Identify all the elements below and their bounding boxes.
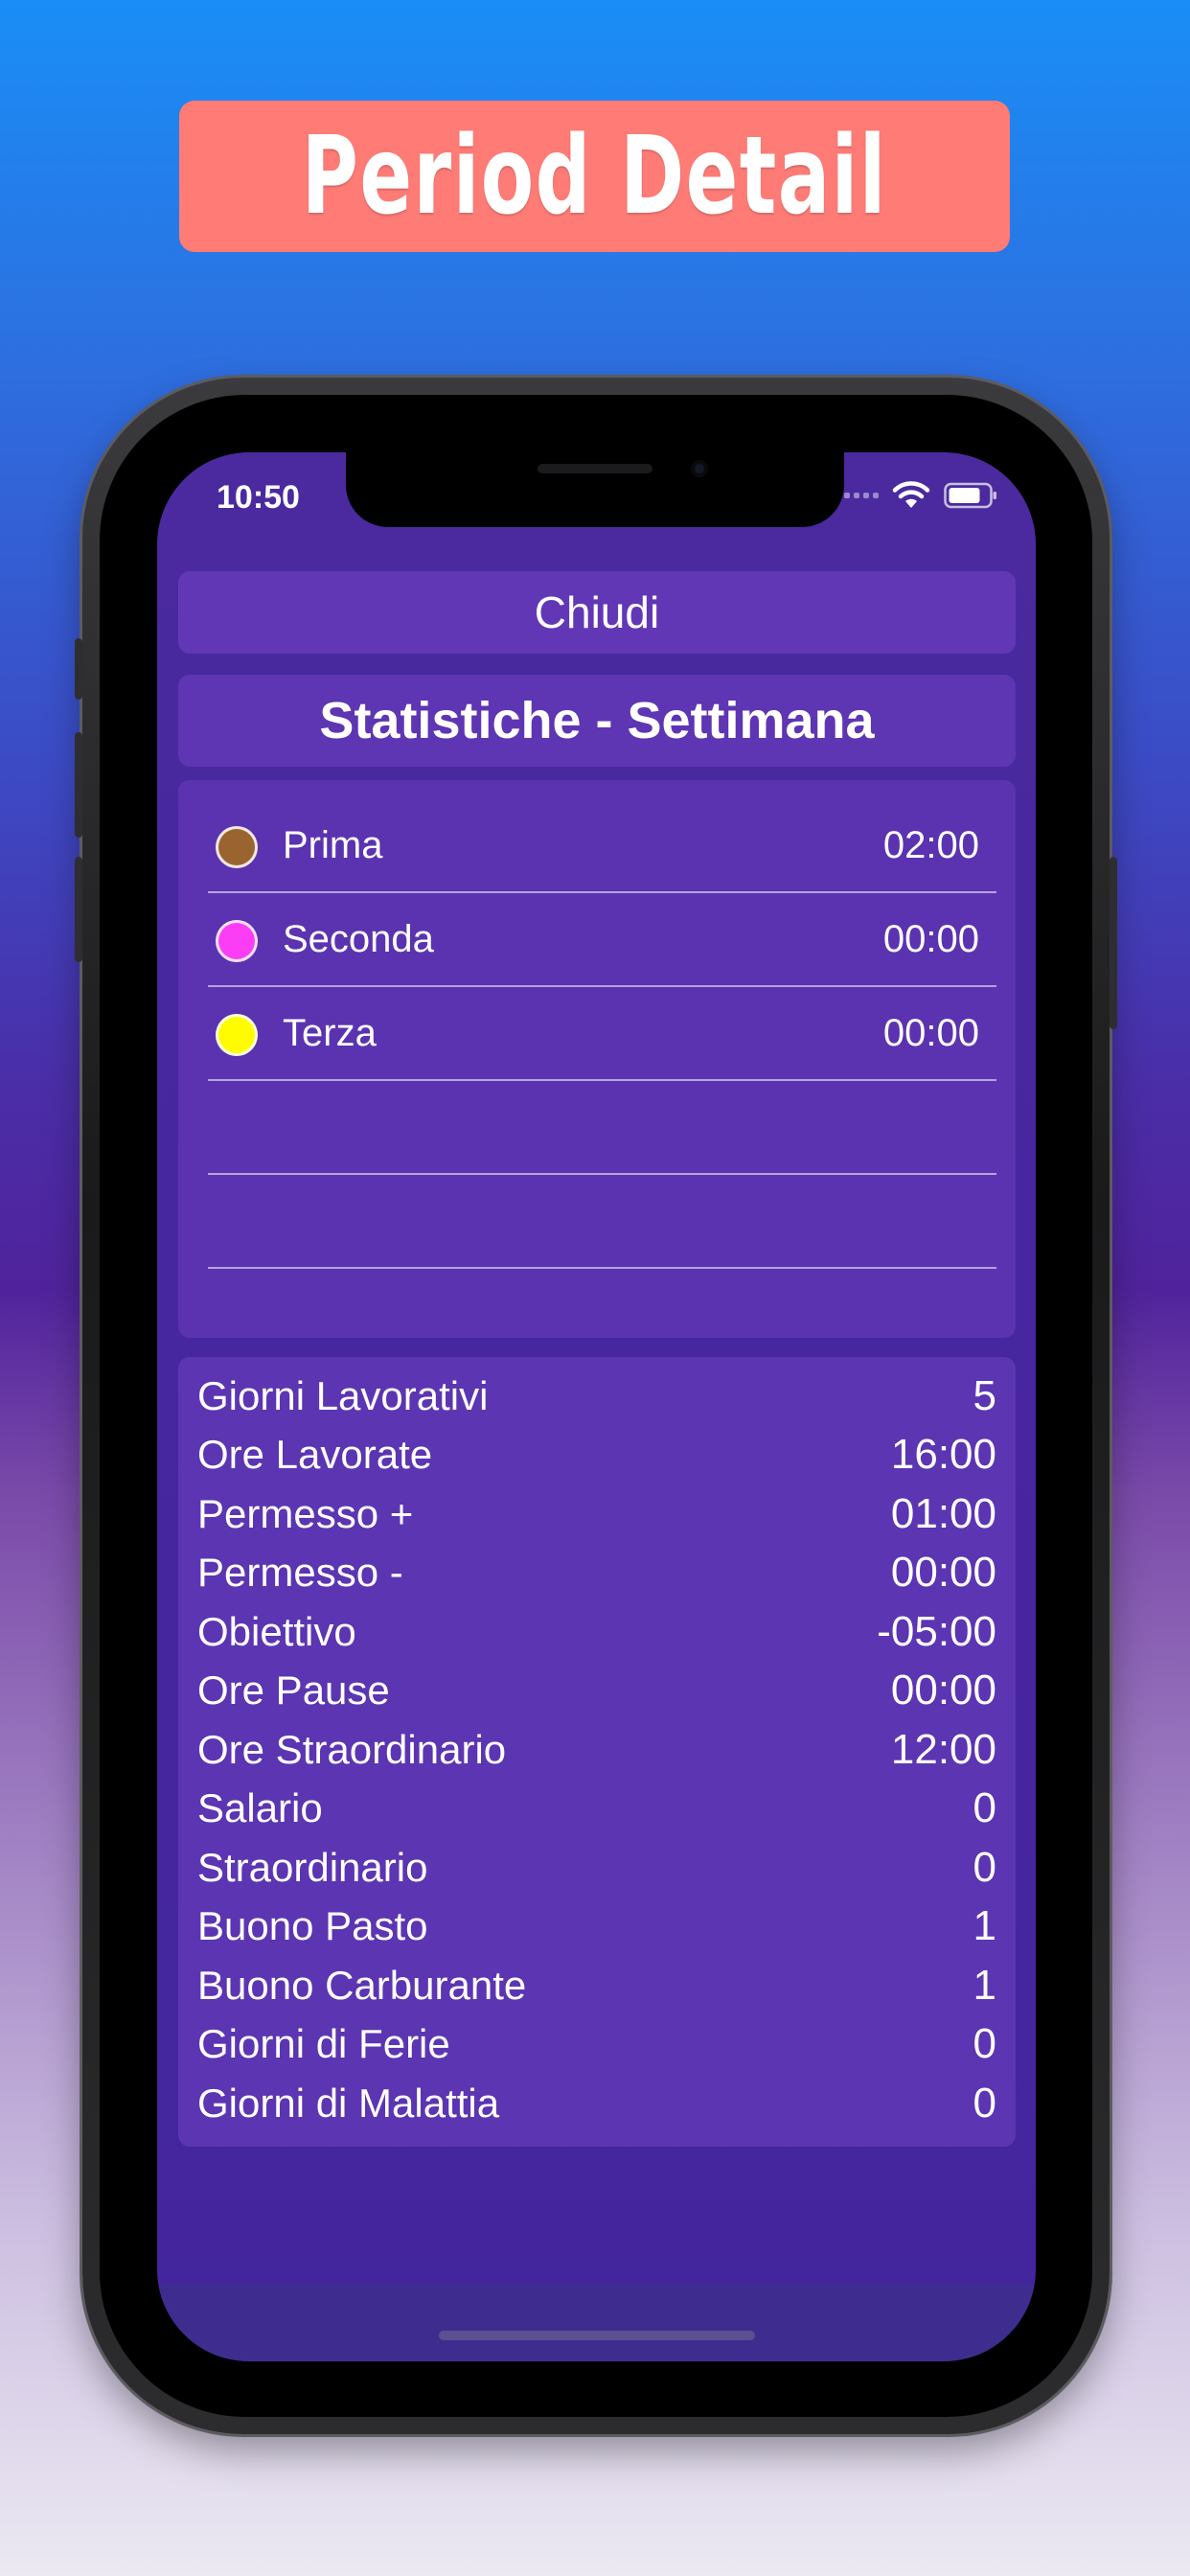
stat-label: Obiettivo [197, 1608, 356, 1654]
front-camera [691, 460, 708, 477]
volume-down-button [75, 857, 82, 962]
notch [346, 452, 844, 527]
stat-value: 12:00 [890, 1725, 996, 1773]
color-dot-icon [216, 1014, 258, 1056]
stat-value: 0 [973, 1784, 996, 1832]
stat-row: Ore Pause 00:00 [197, 1662, 996, 1721]
stat-row: Giorni di Ferie 0 [197, 2015, 996, 2075]
page-title-text: Statistiche - Settimana [319, 692, 875, 749]
stat-row: Straordinario 0 [197, 1838, 996, 1898]
mute-switch [75, 638, 82, 700]
stat-label: Ore Straordinario [197, 1726, 507, 1772]
legend-item-name: Terza [283, 1012, 377, 1054]
close-button-label: Chiudi [534, 587, 660, 637]
legend-item[interactable]: Terza 00:00 [208, 987, 996, 1081]
stat-value: 5 [973, 1371, 996, 1419]
stat-value: 0 [973, 2079, 996, 2127]
stat-value: 1 [973, 1902, 996, 1950]
stat-value: 0 [973, 1843, 996, 1891]
legend-empty-row [208, 1081, 996, 1175]
stat-value: 0 [973, 2020, 996, 2068]
color-dot-icon [216, 826, 258, 868]
legend-item-name: Seconda [283, 918, 434, 960]
stat-value: 00:00 [890, 1667, 996, 1714]
stat-row: Ore Straordinario 12:00 [197, 1720, 996, 1780]
power-button [1110, 857, 1117, 1029]
stat-row: Buono Carburante 1 [197, 1956, 996, 2015]
stat-label: Giorni di Ferie [197, 2021, 450, 2067]
stat-label: Giorni Lavorativi [197, 1372, 489, 1418]
stats-card: Giorni Lavorativi 5 Ore Lavorate 16:00 P… [178, 1357, 1016, 2147]
speaker [538, 464, 652, 473]
stat-row: Giorni di Malattia 0 [197, 2074, 996, 2133]
stat-label: Straordinario [197, 1844, 428, 1890]
stat-label: Ore Pause [197, 1668, 390, 1714]
bottom-bar [157, 2285, 1036, 2361]
stat-row: Ore Lavorate 16:00 [197, 1426, 996, 1485]
legend-item[interactable]: Seconda 00:00 [208, 893, 996, 987]
legend-empty-row [208, 1175, 996, 1269]
legend-card: Prima 02:00 Seconda 00:00 Terza 00:00 [178, 780, 1016, 1338]
stat-value: 16:00 [890, 1431, 996, 1479]
battery-icon [944, 482, 996, 509]
stat-row: Obiettivo -05:00 [197, 1602, 996, 1662]
stat-row: Giorni Lavorativi 5 [197, 1367, 996, 1426]
volume-up-button [75, 732, 82, 838]
banner-title: Period Detail [301, 114, 887, 239]
stat-row: Buono Pasto 1 [197, 1898, 996, 1957]
page-title: Statistiche - Settimana [178, 675, 1016, 767]
legend-item[interactable]: Prima 02:00 [208, 799, 996, 893]
stat-label: Salario [197, 1785, 323, 1831]
stat-value: -05:00 [877, 1607, 996, 1655]
color-dot-icon [216, 920, 258, 962]
home-indicator[interactable] [439, 2331, 755, 2340]
stat-label: Buono Carburante [197, 1962, 527, 2008]
stat-label: Ore Lavorate [197, 1432, 433, 1478]
stat-value: 1 [973, 1961, 996, 2009]
stat-label: Buono Pasto [197, 1903, 428, 1949]
close-button[interactable]: Chiudi [178, 571, 1016, 654]
stat-label: Permesso - [197, 1550, 403, 1596]
wifi-icon [892, 481, 930, 508]
stat-row: Salario 0 [197, 1780, 996, 1839]
legend-item-value: 02:00 [882, 824, 979, 866]
promo-banner: Period Detail [179, 101, 1010, 252]
stat-row: Permesso + 01:00 [197, 1484, 996, 1544]
stat-row: Permesso - 00:00 [197, 1544, 996, 1603]
legend-item-name: Prima [283, 824, 383, 866]
status-time: 10:50 [217, 479, 300, 516]
status-icons [844, 481, 997, 510]
app-screen: 10:50 Chiudi Statistiche - Settimana Pri… [157, 452, 1036, 2361]
stat-label: Permesso + [197, 1490, 414, 1536]
stat-label: Giorni di Malattia [197, 2080, 500, 2126]
legend-item-value: 00:00 [882, 918, 979, 960]
signal-icon [844, 493, 879, 498]
stat-value: 01:00 [890, 1489, 996, 1537]
stat-value: 00:00 [890, 1549, 996, 1597]
legend-item-value: 00:00 [882, 1012, 979, 1054]
